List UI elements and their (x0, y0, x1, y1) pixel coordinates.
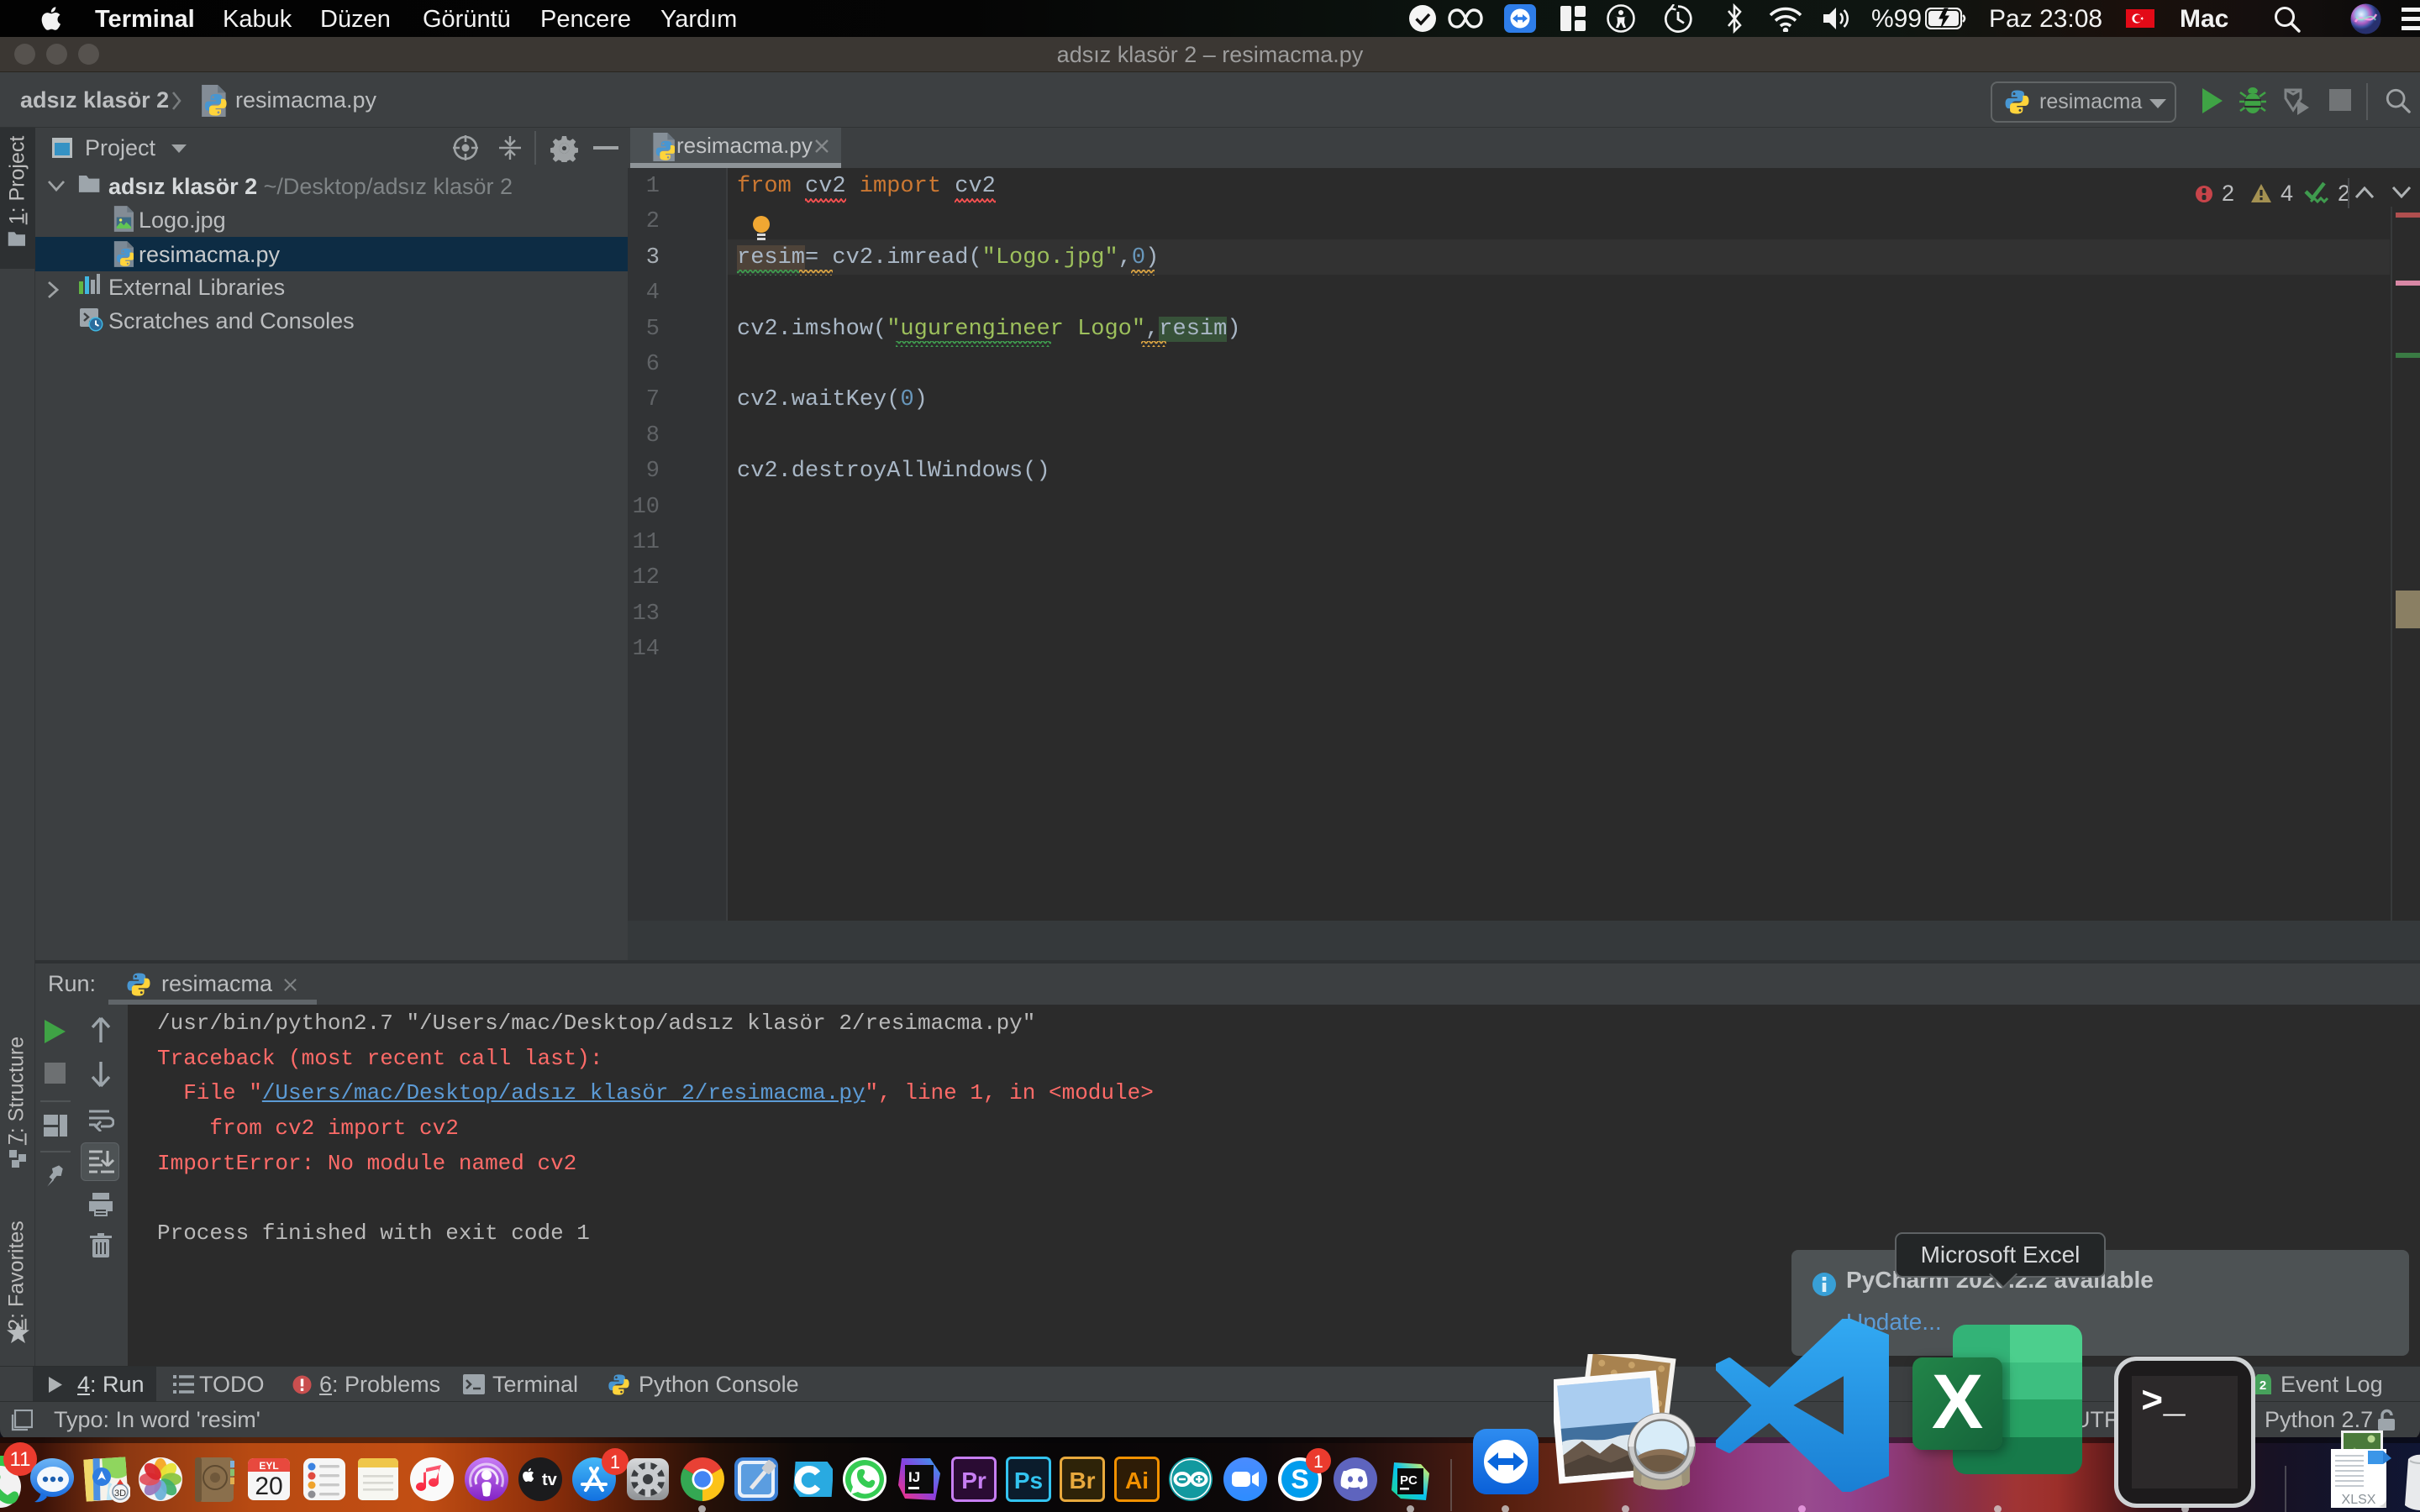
svg-text:3D: 3D (114, 1488, 126, 1499)
svg-text:IJ: IJ (908, 1469, 920, 1485)
svg-text:1: 1 (1313, 1452, 1323, 1472)
svg-text:Ai: Ai (1125, 1467, 1149, 1494)
svg-text:11: 11 (10, 1448, 31, 1471)
svg-text:Br: Br (1069, 1467, 1095, 1494)
svg-text:Pr: Pr (961, 1467, 986, 1494)
svg-text:PC: PC (1400, 1473, 1418, 1488)
svg-text:Ps: Ps (1014, 1467, 1043, 1494)
svg-text:2: 2 (2260, 1378, 2266, 1393)
svg-text:EYL: EYL (259, 1460, 278, 1472)
svg-text:XLSX: XLSX (2342, 1493, 2376, 1507)
svg-text:tv: tv (542, 1471, 558, 1489)
svg-text:20: 20 (255, 1473, 282, 1500)
svg-text:1: 1 (610, 1452, 620, 1473)
